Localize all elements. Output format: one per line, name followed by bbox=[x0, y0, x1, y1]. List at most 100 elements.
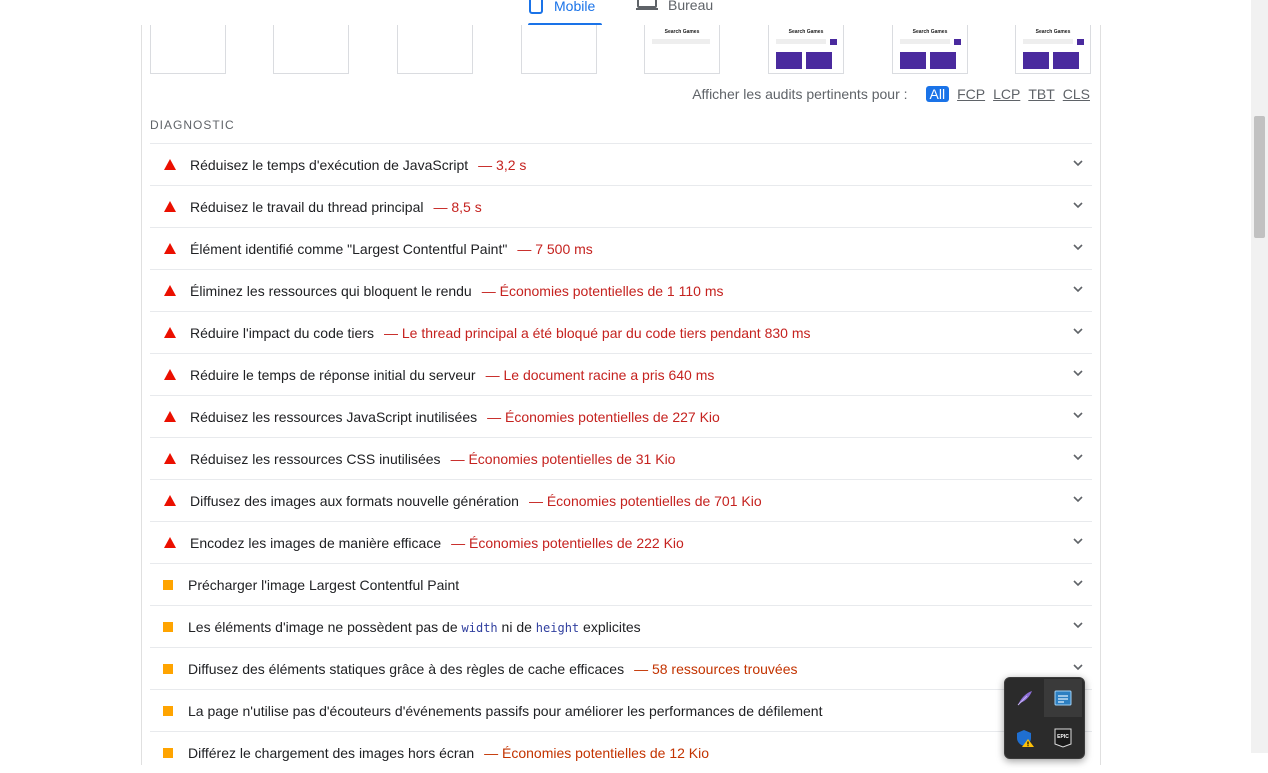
audit-title: Réduisez les ressources CSS inutilisées bbox=[190, 450, 441, 467]
chevron-down-icon[interactable] bbox=[1072, 199, 1084, 211]
audit-row[interactable]: La page n'utilise pas d'écouteurs d'évén… bbox=[150, 689, 1092, 731]
filter-chip-fcp[interactable]: FCP bbox=[957, 86, 985, 102]
audit-row[interactable]: Diffusez des images aux formats nouvelle… bbox=[150, 479, 1092, 521]
audit-title-part: ni de bbox=[501, 618, 532, 635]
chevron-down-icon[interactable] bbox=[1072, 619, 1084, 631]
filmstrip: Search Games Search Games Search Games S… bbox=[150, 25, 1095, 75]
chevron-down-icon[interactable] bbox=[1072, 409, 1084, 421]
audit-display-value: — Économies potentielles de 227 Kio bbox=[487, 408, 720, 425]
chevron-down-icon[interactable] bbox=[1072, 451, 1084, 463]
frame-button bbox=[776, 52, 802, 69]
audit-display-value: — Économies potentielles de 31 Kio bbox=[450, 450, 676, 467]
filter-chip-tbt[interactable]: TBT bbox=[1028, 86, 1054, 102]
fail-icon bbox=[150, 369, 190, 380]
filter-chip-lcp[interactable]: LCP bbox=[993, 86, 1020, 102]
filmstrip-frame: Search Games bbox=[644, 25, 720, 74]
audit-title: Réduisez les ressources JavaScript inuti… bbox=[190, 408, 478, 425]
fail-icon bbox=[150, 411, 190, 422]
scrollbar-thumb[interactable] bbox=[1254, 116, 1265, 238]
frame-search bbox=[900, 39, 950, 44]
average-icon bbox=[150, 705, 188, 716]
audit-row[interactable]: Les éléments d'image ne possèdent pas de… bbox=[150, 605, 1092, 647]
network-icon[interactable] bbox=[1044, 679, 1082, 717]
chevron-down-icon[interactable] bbox=[1072, 325, 1084, 337]
filmstrip-frame bbox=[397, 25, 473, 74]
chevron-down-icon[interactable] bbox=[1072, 241, 1084, 253]
audit-title: Réduisez le temps d'exécution de JavaScr… bbox=[190, 156, 469, 173]
frame-search-button bbox=[1077, 39, 1084, 45]
audit-row[interactable]: Réduire l'impact du code tiers — Le thre… bbox=[150, 311, 1092, 353]
audit-title: Précharger l'image Largest Contentful Pa… bbox=[188, 576, 460, 593]
chevron-down-icon[interactable] bbox=[1072, 661, 1084, 673]
frame-title: Search Games bbox=[1035, 29, 1071, 35]
system-tray-popup: EPIC bbox=[1004, 677, 1085, 759]
audit-title: Diffusez des éléments statiques grâce à … bbox=[188, 660, 625, 677]
tab-mobile[interactable]: Mobile bbox=[528, 0, 595, 17]
tab-bureau[interactable]: Bureau bbox=[636, 0, 713, 15]
chevron-down-icon[interactable] bbox=[1072, 535, 1084, 547]
filmstrip-frame: Search Games bbox=[768, 25, 844, 74]
feather-icon[interactable] bbox=[1006, 679, 1044, 717]
fail-icon bbox=[150, 243, 190, 254]
report-card: Search Games Search Games Search Games S… bbox=[141, 25, 1101, 765]
audit-title: Encodez les images de manière efficace bbox=[190, 534, 442, 551]
filmstrip-frame bbox=[273, 25, 349, 74]
audit-title: Éliminez les ressources qui bloquent le … bbox=[190, 282, 472, 299]
chevron-down-icon[interactable] bbox=[1072, 577, 1084, 589]
filter-chip-all[interactable]: All bbox=[925, 86, 950, 102]
filmstrip-frame: Search Games bbox=[1015, 25, 1091, 74]
chevron-down-icon[interactable] bbox=[1072, 283, 1084, 295]
audit-filter: Afficher les audits pertinents pour : Al… bbox=[692, 86, 1090, 102]
vertical-scrollbar[interactable] bbox=[1251, 0, 1268, 753]
audit-row[interactable]: Éliminez les ressources qui bloquent le … bbox=[150, 269, 1092, 311]
frame-title: Search Games bbox=[788, 29, 824, 35]
frame-button bbox=[900, 52, 926, 69]
frame-button bbox=[930, 52, 956, 69]
frame-title: Search Games bbox=[664, 29, 700, 35]
audit-row[interactable]: Réduisez les ressources JavaScript inuti… bbox=[150, 395, 1092, 437]
filmstrip-frame bbox=[521, 25, 597, 74]
fail-icon bbox=[150, 453, 190, 464]
fail-icon bbox=[150, 537, 190, 548]
audit-display-value: — Le document racine a pris 640 ms bbox=[485, 366, 715, 383]
audit-title: Diffusez des images aux formats nouvelle… bbox=[190, 492, 519, 509]
audit-title: Les éléments d'image ne possèdent pas de… bbox=[188, 619, 641, 635]
frame-search bbox=[776, 39, 826, 44]
audit-title: Réduire l'impact du code tiers bbox=[190, 324, 374, 341]
filter-label: Afficher les audits pertinents pour : bbox=[692, 86, 908, 102]
frame-button bbox=[1053, 52, 1079, 69]
audit-row[interactable]: Élément identifié comme "Largest Content… bbox=[150, 227, 1092, 269]
audit-title-part: Les éléments d'image ne possèdent pas de bbox=[188, 618, 458, 635]
audit-display-value: — 8,5 s bbox=[433, 198, 482, 215]
audit-row[interactable]: Réduire le temps de réponse initial du s… bbox=[150, 353, 1092, 395]
audit-row[interactable]: Diffusez des éléments statiques grâce à … bbox=[150, 647, 1092, 689]
chevron-down-icon[interactable] bbox=[1072, 367, 1084, 379]
fail-icon bbox=[150, 201, 190, 212]
audit-display-value: — 58 ressources trouvées bbox=[634, 660, 798, 677]
fail-icon bbox=[150, 285, 190, 296]
audit-title: Réduire le temps de réponse initial du s… bbox=[190, 366, 476, 383]
defender-warning-icon[interactable] bbox=[1006, 719, 1044, 757]
audit-display-value: — 7 500 ms bbox=[517, 240, 593, 257]
desktop-icon bbox=[636, 0, 658, 15]
audit-display-value: — Économies potentielles de 701 Kio bbox=[528, 492, 762, 509]
audit-row[interactable]: Précharger l'image Largest Contentful Pa… bbox=[150, 563, 1092, 605]
fail-icon bbox=[150, 159, 190, 170]
epic-label: EPIC bbox=[1057, 734, 1069, 740]
audit-title: La page n'utilise pas d'écouteurs d'évén… bbox=[188, 702, 823, 719]
audit-row[interactable]: Réduisez le temps d'exécution de JavaScr… bbox=[150, 143, 1092, 185]
filter-chip-cls[interactable]: CLS bbox=[1063, 86, 1090, 102]
chevron-down-icon[interactable] bbox=[1072, 157, 1084, 169]
filmstrip-frame: Search Games bbox=[892, 25, 968, 74]
audit-row[interactable]: Encodez les images de manière efficace —… bbox=[150, 521, 1092, 563]
chevron-down-icon[interactable] bbox=[1072, 493, 1084, 505]
frame-button bbox=[1023, 52, 1049, 69]
audit-display-value: — Économies potentielles de 222 Kio bbox=[451, 534, 684, 551]
audit-row[interactable]: Réduisez les ressources CSS inutilisées … bbox=[150, 437, 1092, 479]
average-icon bbox=[150, 621, 188, 632]
epic-games-icon[interactable]: EPIC bbox=[1044, 719, 1082, 757]
audit-row[interactable]: Réduisez le travail du thread principal … bbox=[150, 185, 1092, 227]
audit-row[interactable]: Différez le chargement des images hors é… bbox=[150, 731, 1092, 773]
audit-display-value: — Économies potentielles de 1 110 ms bbox=[481, 282, 724, 299]
code-height: height bbox=[535, 620, 580, 635]
